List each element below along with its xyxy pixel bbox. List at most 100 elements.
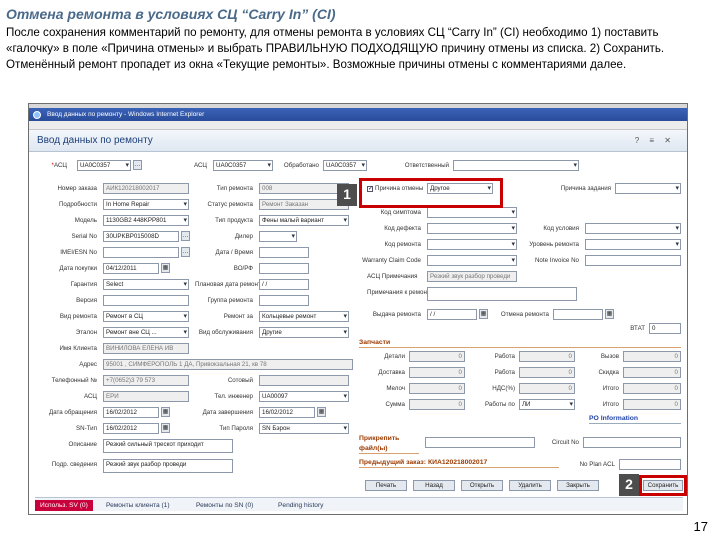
mid-label: Тип Пароля [219,425,253,432]
mid-field[interactable]: Фены малый вариант [259,215,349,226]
left-field[interactable]: 04/12/2011 [103,263,159,274]
top-field-asc2[interactable]: UA0C0357 [213,160,273,171]
step-marker-1: 1 [337,184,357,206]
left-label: Модель [74,217,97,224]
mid-field[interactable]: / / [259,279,309,290]
mid-label: Дата / Время [215,249,253,256]
mid-field[interactable] [259,247,309,258]
menu-bar [29,121,687,130]
mid-field[interactable]: SN Бэрон [259,423,349,434]
top-label-asc: *АСЦ [51,162,67,169]
parts-value[interactable]: ЛИ [519,399,575,410]
mid-label: Тип продукта [215,217,253,224]
attachments-title[interactable]: Прикрепить файл(ы) [359,434,419,454]
ie-browser-icon [33,111,41,119]
tab-customer-repairs[interactable]: Ремонты клиента (1) [101,500,175,511]
mid-field[interactable]: 16/02/2012 [259,407,315,418]
left-field[interactable]: Ремонт вне СЦ ... [103,327,189,338]
right-label: Примечания к ремонту [367,289,433,296]
header-icons[interactable]: ? ≡ ✕ [635,136,675,145]
parts-value: 0 [623,367,681,378]
calendar-icon[interactable]: ▦ [479,309,488,319]
top-field-asc[interactable]: UA0C0357 [77,160,131,171]
mid-field[interactable] [259,263,309,274]
tab-used-sv[interactable]: Использ. SV (0) [35,500,93,511]
imei-lookup-button[interactable]: … [181,247,190,257]
right-field[interactable] [427,207,517,218]
top-field-processed[interactable]: UA0C0357 [323,160,367,171]
parts-value: 0 [623,383,681,394]
calendar-icon[interactable]: ▦ [161,407,170,417]
parts-label: Вызов [600,353,619,360]
close-button[interactable]: Закрыть [557,480,599,491]
parts-label: Сумма [385,401,405,408]
left-field[interactable]: In Home Repair [103,199,189,210]
far-right-field[interactable] [585,223,681,234]
left-field[interactable]: 16/02/2012 [103,407,159,418]
parts-label: Работа [494,369,515,376]
tab-repairs-by-sn[interactable]: Ремонты по SN (0) [191,500,258,511]
page-header: Ввод данных по ремонту ? ≡ ✕ [29,130,687,152]
far-right-field[interactable] [553,309,603,320]
far-right-field[interactable]: 0 [649,323,681,334]
top-field-responsible[interactable] [453,160,579,171]
left-field[interactable] [103,295,189,306]
far-right-label: ВТАТ [630,325,645,332]
previous-order-title[interactable]: Предыдущий заказ: КИА120218002017 [359,458,559,468]
right-field[interactable] [427,223,517,234]
right-label: Код дефекта [384,225,421,232]
left-field[interactable] [103,247,179,258]
calendar-icon[interactable]: ▦ [161,423,170,433]
mid-field[interactable]: UA00097 [259,391,349,402]
left-field[interactable]: 1130GB2 448KPP801 [103,215,189,226]
parts-value: 0 [519,367,575,378]
mid-field: Ремонт Заказан [259,199,349,210]
parts-label: Доставка [378,369,405,376]
plan-acl-field[interactable] [619,459,681,470]
delete-button[interactable]: Удалить [509,480,551,491]
calendar-icon[interactable]: ▦ [161,263,170,273]
right-label: Код ремонта [384,241,421,248]
mid-label: Ремонт за [223,313,253,320]
circuit-no-field[interactable] [583,437,681,448]
back-button[interactable]: Назад [413,480,455,491]
mid-label: ВО/РФ [233,265,253,272]
mid-field[interactable] [259,231,297,242]
left-field[interactable]: Резкий сильный трескот приходит [103,439,233,453]
left-field[interactable]: Ремонт в СЦ [103,311,189,322]
mid-field: 008 [259,183,349,194]
serial-lookup-button[interactable]: … [181,231,190,241]
mid-label: Статус ремонта [207,201,253,208]
mid-field[interactable] [259,295,309,306]
left-field[interactable]: Резкий звук разбор проведи [103,459,233,473]
mid-field[interactable]: Кольцевые ремонт [259,311,349,322]
open-button[interactable]: Открыть [461,480,503,491]
left-label: Serial No [71,233,97,240]
right-field[interactable]: / / [427,309,477,320]
parts-section-title: Запчасти [359,338,681,348]
left-label: Подробности [58,201,97,208]
right-field[interactable] [427,239,517,250]
mid-field[interactable]: Другие [259,327,349,338]
left-field[interactable]: 16/02/2012 [103,423,159,434]
left-label: Версия [76,297,97,304]
tab-pending-history[interactable]: Pending history [273,500,328,511]
mid-label: Сотовый [227,377,253,384]
left-field[interactable]: 30UPKBP015008D [103,231,179,242]
right-field[interactable] [427,255,517,266]
calendar-icon[interactable]: ▦ [605,309,614,319]
left-field[interactable]: Select [103,279,189,290]
far-right-field[interactable] [585,255,681,266]
lookup-button[interactable]: … [133,160,142,170]
plan-acl-label: No Plan ACL [579,461,615,468]
print-button[interactable]: Печать [365,480,407,491]
slide-title: Отмена ремонта в условиях СЦ “Carry In” … [6,6,336,22]
parts-value: 0 [409,383,465,394]
calendar-icon[interactable]: ▦ [317,407,326,417]
parts-value: 0 [409,399,465,410]
far-right-field[interactable] [615,183,681,194]
attachment-field[interactable] [425,437,535,448]
right-field[interactable] [427,287,577,301]
po-info-title: PO Information [589,414,681,424]
far-right-field[interactable] [585,239,681,250]
